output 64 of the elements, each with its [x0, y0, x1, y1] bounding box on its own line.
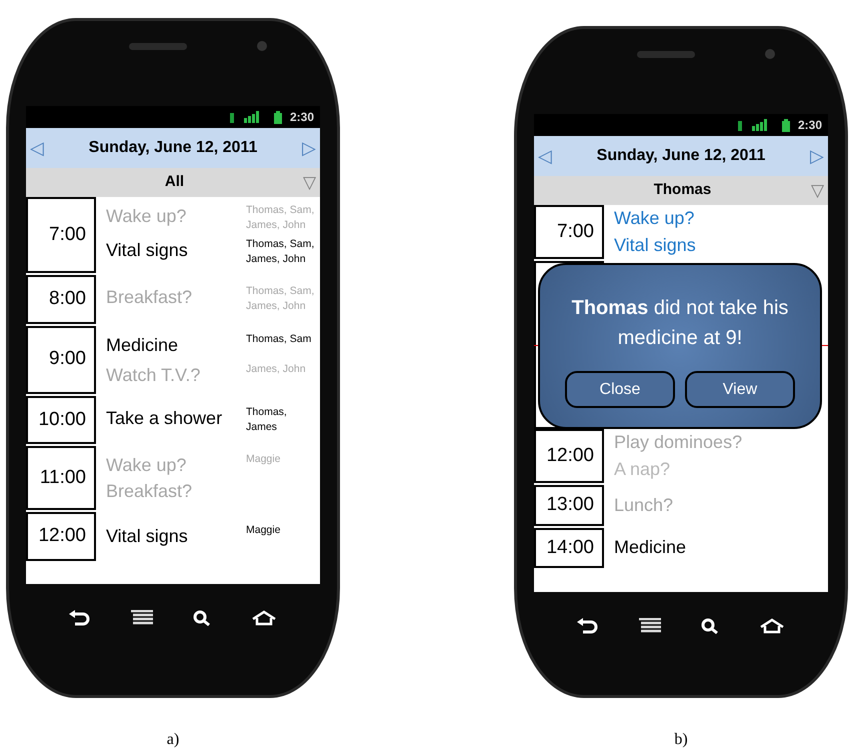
event-title[interactable]: Wake up? Breakfast?	[106, 452, 246, 504]
home-icon[interactable]	[759, 618, 785, 634]
filter-dropdown[interactable]: All ▽	[26, 168, 320, 197]
search-icon[interactable]	[193, 610, 211, 626]
dropdown-arrow: ▽	[810, 182, 824, 199]
event-people: Maggie	[246, 452, 282, 467]
event-title[interactable]: Wake up?	[106, 203, 246, 229]
time-cell: 11:00	[26, 446, 96, 510]
figure-caption: b)	[674, 730, 688, 750]
event-title[interactable]: Watch T.V.?	[106, 362, 246, 388]
event-people: Thomas, Sam, James, John	[246, 284, 316, 314]
event-people: Thomas, Sam, James, John	[246, 203, 316, 233]
filter-dropdown[interactable]: Thomas ▽	[534, 176, 828, 205]
event-people: Thomas, James	[246, 404, 288, 435]
filter-value: Thomas	[654, 180, 712, 200]
time-cell: 13:00	[534, 485, 604, 526]
dialog-button[interactable]: View	[685, 371, 795, 408]
event-title[interactable]: Vital signs	[106, 237, 246, 263]
time-cell: 8:00	[26, 275, 96, 324]
next-day-button[interactable]: ▷	[302, 139, 316, 157]
figure-caption: a)	[166, 730, 180, 750]
camera-lens	[257, 41, 267, 51]
event-people: Thomas, Sam	[246, 332, 312, 346]
time-cell: 14:00	[534, 528, 604, 568]
battery-icon	[274, 110, 282, 124]
search-icon[interactable]	[701, 618, 719, 634]
time-cell: 12:00	[26, 512, 96, 560]
camera-lens	[765, 49, 775, 59]
dropdown-arrow: ▽	[302, 174, 316, 191]
filter-value: All	[164, 172, 184, 192]
time-cell: 12:00	[534, 429, 604, 483]
event-title[interactable]: Medicine	[614, 536, 828, 560]
alert-message: Thomas did not take his medicine at 9!	[570, 296, 790, 351]
event-title[interactable]: Play dominoes?	[614, 431, 828, 454]
menu-icon[interactable]	[639, 618, 661, 634]
event-title[interactable]: Wake up?	[614, 207, 828, 230]
event-people: Thomas, Sam, James, John	[246, 237, 316, 267]
event-title[interactable]: Vital signs	[106, 523, 246, 550]
next-day-button[interactable]: ▷	[810, 147, 824, 165]
time-cell: 10:00	[26, 396, 96, 444]
status-time: 2:30	[290, 109, 314, 126]
dialog-button[interactable]: Close	[565, 371, 675, 408]
date-title: Sunday, June 12, 2011	[596, 146, 766, 166]
previous-day-button[interactable]: ◁	[30, 139, 44, 157]
speaker-grille	[129, 42, 187, 50]
menu-icon[interactable]	[131, 610, 153, 626]
event-people: James, John	[246, 362, 307, 376]
speaker-grille	[637, 50, 695, 58]
time-cell: 9:00	[26, 326, 96, 394]
back-icon[interactable]	[69, 610, 91, 626]
event-title[interactable]: Breakfast?	[106, 284, 246, 310]
event-people: Maggie	[246, 523, 282, 538]
back-icon[interactable]	[577, 618, 599, 634]
battery-icon	[782, 118, 790, 132]
time-cell: 7:00	[26, 197, 96, 273]
event-title[interactable]: Lunch?	[614, 494, 828, 517]
time-cell: 7:00	[534, 205, 604, 259]
previous-day-button[interactable]: ◁	[538, 147, 552, 165]
date-title: Sunday, June 12, 2011	[88, 138, 258, 158]
event-title[interactable]: Take a shower	[106, 404, 246, 431]
status-time: 2:30	[798, 117, 822, 134]
event-title[interactable]: Medicine	[106, 332, 246, 358]
event-title[interactable]: Vital signs	[614, 234, 828, 257]
home-icon[interactable]	[251, 610, 277, 626]
